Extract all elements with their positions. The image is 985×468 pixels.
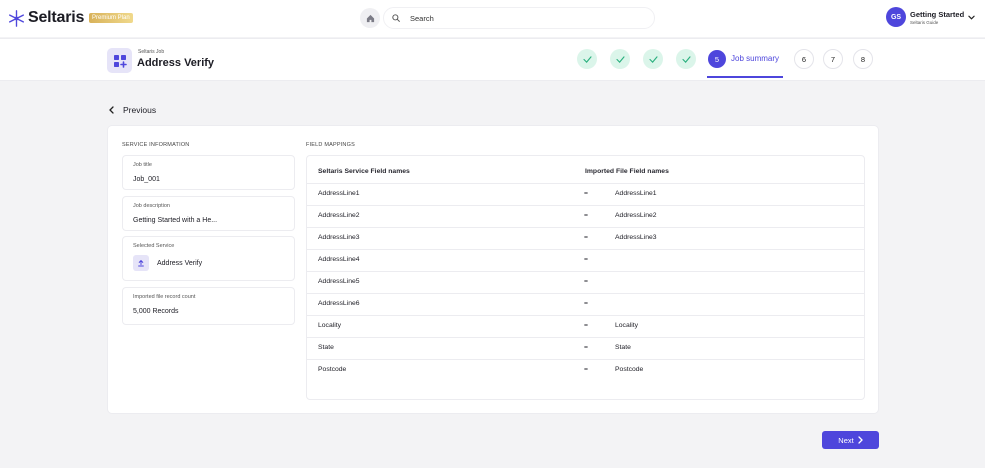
app-name: Seltaris xyxy=(28,9,85,26)
record-count-card: Imported file record count 5,000 Records xyxy=(122,287,295,325)
column-header-service-fields: Seltaris Service Field names xyxy=(318,168,410,175)
imported-field-name: Locality xyxy=(615,322,639,329)
step-8[interactable]: 8 xyxy=(853,49,873,69)
selected-service-value: Address Verify xyxy=(157,260,203,267)
service-field-name: AddressLine1 xyxy=(318,190,360,197)
step-6[interactable]: 6 xyxy=(794,49,814,69)
upload-icon xyxy=(138,259,144,267)
service-field-name: AddressLine2 xyxy=(318,212,360,219)
selected-service-label: Selected Service xyxy=(133,243,175,249)
mapping-equals: = xyxy=(584,344,588,351)
avatar: GS xyxy=(886,7,906,27)
next-label: Next xyxy=(838,435,854,445)
record-count-label: Imported file record count xyxy=(133,294,196,300)
selected-service-card: Selected Service Address Verify xyxy=(122,236,295,281)
job-icon xyxy=(107,48,132,73)
search-bar[interactable] xyxy=(383,7,655,29)
service-field-name: Locality xyxy=(318,322,342,329)
apps-add-icon xyxy=(113,54,127,68)
mapping-equals: = xyxy=(584,212,588,219)
previous-button[interactable]: Previous xyxy=(109,105,156,115)
top-bar: Seltaris Premium Plan GS Getting Started… xyxy=(0,0,985,37)
mapping-equals: = xyxy=(584,300,588,307)
page-title: Address Verify xyxy=(137,57,215,69)
previous-label: Previous xyxy=(123,105,157,115)
step-3-complete[interactable] xyxy=(643,49,663,69)
job-label: Seltaris Job xyxy=(138,49,165,55)
check-icon xyxy=(582,55,592,63)
user-name: Getting Started xyxy=(910,9,965,19)
job-description-card: Job description Getting Started with a H… xyxy=(122,196,295,231)
table-row: AddressLine3 = AddressLine3 xyxy=(307,227,864,249)
step-5-current[interactable]: 5 xyxy=(708,50,726,68)
imported-field-name: State xyxy=(615,344,631,351)
table-row: State = State xyxy=(307,337,864,359)
current-step-indicator xyxy=(707,76,783,78)
service-icon xyxy=(133,255,149,271)
service-field-name: AddressLine4 xyxy=(318,256,360,263)
chevron-down-icon xyxy=(968,15,975,20)
chevron-right-icon xyxy=(858,436,863,444)
mapping-equals: = xyxy=(584,256,588,263)
table-row: Locality = Locality xyxy=(307,315,864,337)
plan-badge: Premium Plan xyxy=(89,13,133,23)
job-title-label: Job title xyxy=(133,162,152,168)
step-1-complete[interactable] xyxy=(577,49,597,69)
mapping-equals: = xyxy=(584,278,588,285)
logo-mark-icon xyxy=(9,9,24,27)
mapping-equals: = xyxy=(584,322,588,329)
imported-field-name: AddressLine1 xyxy=(615,190,657,197)
step-4-complete[interactable] xyxy=(676,49,696,69)
imported-field-name: Postcode xyxy=(615,366,644,373)
check-icon xyxy=(681,55,691,63)
search-input[interactable] xyxy=(410,13,630,23)
job-title-value: Job_001 xyxy=(133,176,160,183)
table-row: Postcode = Postcode xyxy=(307,359,864,381)
service-field-name: Postcode xyxy=(318,366,347,373)
check-icon xyxy=(648,55,658,63)
job-title-card: Job title Job_001 xyxy=(122,155,295,190)
step-7[interactable]: 7 xyxy=(823,49,843,69)
check-icon xyxy=(615,55,625,63)
service-field-name: AddressLine3 xyxy=(318,234,360,241)
app-logo[interactable]: Seltaris xyxy=(8,9,84,27)
home-icon xyxy=(366,14,374,22)
table-row: AddressLine5 = xyxy=(307,271,864,293)
step-2-complete[interactable] xyxy=(610,49,630,69)
user-subtitle: Seltaris Guide xyxy=(910,19,939,25)
imported-field-name: AddressLine3 xyxy=(615,234,657,241)
table-row: AddressLine1 = AddressLine1 xyxy=(307,183,864,205)
user-menu[interactable]: GS Getting Started Seltaris Guide xyxy=(886,7,975,27)
table-row: AddressLine2 = AddressLine2 xyxy=(307,205,864,227)
record-count-value: 5,000 Records xyxy=(133,308,179,315)
service-field-name: AddressLine5 xyxy=(318,278,360,285)
job-description-value: Getting Started with a He... xyxy=(133,217,218,224)
chevron-left-icon xyxy=(109,106,114,114)
table-row: AddressLine6 = xyxy=(307,293,864,315)
search-icon xyxy=(392,14,400,22)
mapping-equals: = xyxy=(584,234,588,241)
step-5-label: Job summary xyxy=(731,54,780,63)
mapping-equals: = xyxy=(584,190,588,197)
job-description-label: Job description xyxy=(133,203,170,209)
service-field-name: State xyxy=(318,344,334,351)
home-button[interactable] xyxy=(360,8,380,28)
imported-field-name: AddressLine2 xyxy=(615,212,657,219)
field-mappings-title: FIELD MAPPINGS xyxy=(306,142,355,148)
column-header-imported-fields: Imported File Field names xyxy=(585,168,669,175)
service-field-name: AddressLine6 xyxy=(318,300,360,307)
service-info-title: SERVICE INFORMATION xyxy=(122,142,190,148)
mapping-equals: = xyxy=(584,366,588,373)
next-button[interactable]: Next xyxy=(822,431,879,449)
table-row: AddressLine4 = xyxy=(307,249,864,271)
job-header: Seltaris Job Address Verify 5 Job summar… xyxy=(0,38,985,81)
